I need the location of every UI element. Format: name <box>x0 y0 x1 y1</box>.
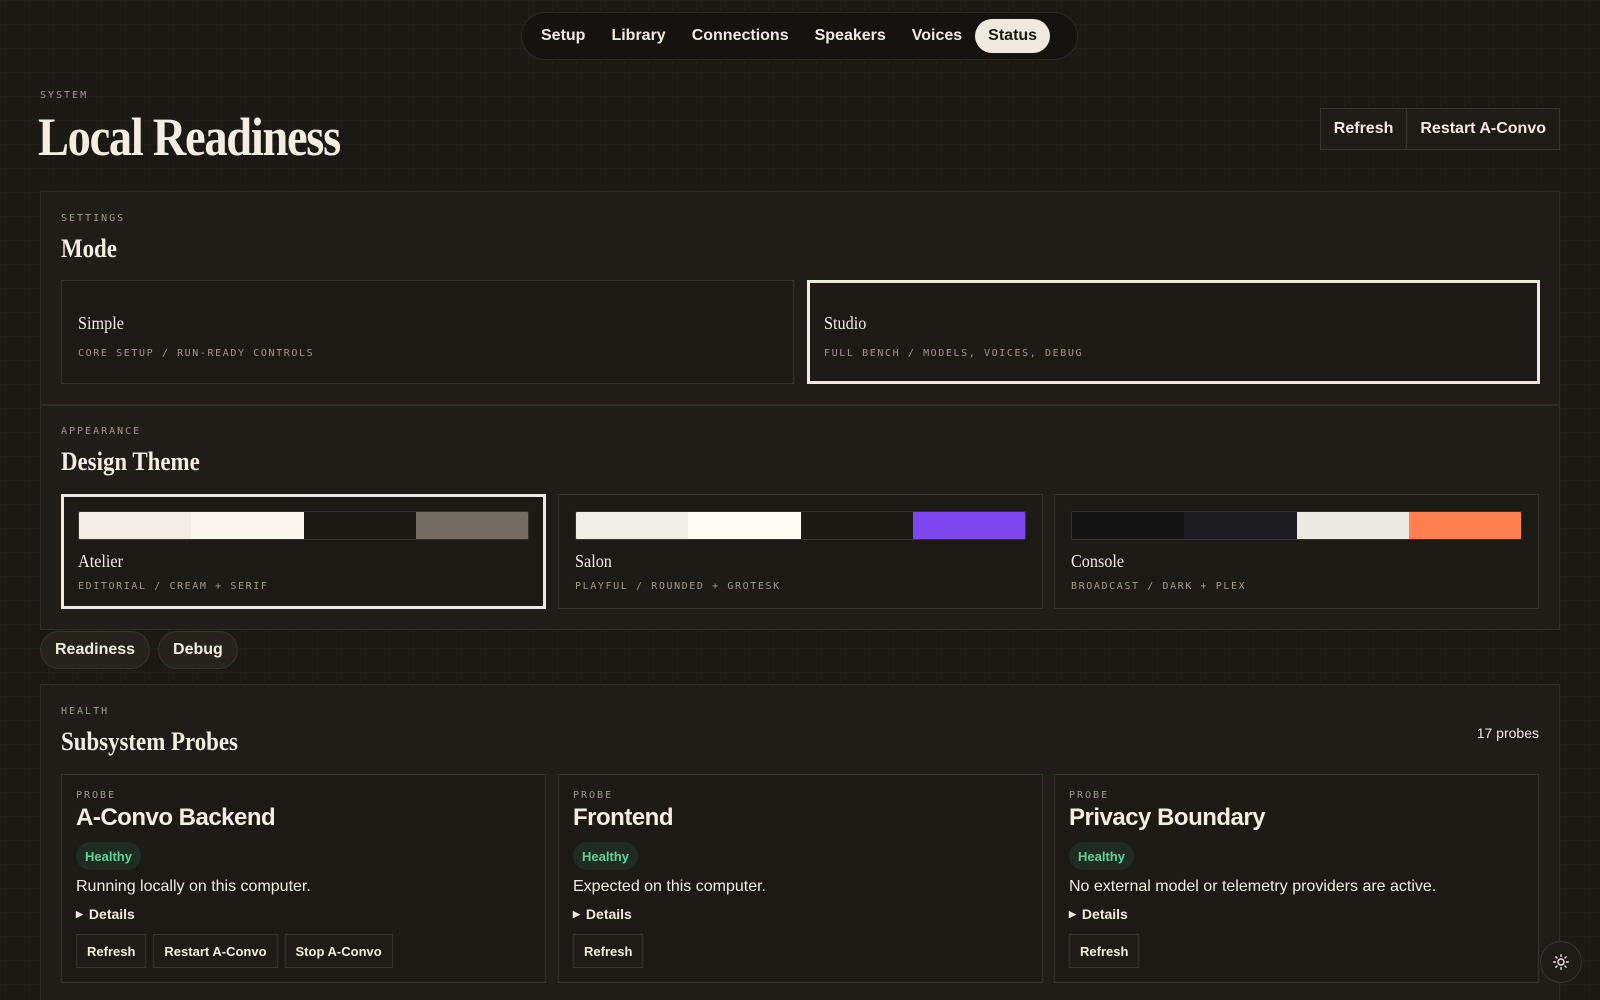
swatch <box>1408 512 1521 539</box>
mode-option-studio[interactable]: Studio FULL BENCH / MODELS, VOICES, DEBU… <box>807 280 1540 384</box>
probe-count: 17 probes <box>1476 725 1539 741</box>
probe-title: Frontend <box>573 804 673 831</box>
details-label: Details <box>1081 906 1128 922</box>
swatch <box>1072 512 1185 539</box>
probe-refresh-button[interactable]: Refresh <box>76 934 147 968</box>
swatch <box>576 512 689 539</box>
theme-option-salon[interactable]: Salon PLAYFUL / ROUNDED + GROTESK <box>558 494 1043 609</box>
restart-button[interactable]: Restart A-Convo <box>1407 108 1560 150</box>
theme-option-title: Atelier <box>78 551 123 571</box>
swatch <box>303 512 416 539</box>
details-toggle[interactable]: ▶ Details <box>76 906 135 922</box>
nav-tab-library[interactable]: Library <box>598 19 678 53</box>
probe-refresh-button[interactable]: Refresh <box>573 934 644 968</box>
probe-actions: Refresh <box>573 934 644 968</box>
theme-swatches <box>78 511 529 540</box>
probes-eyebrow: HEALTH <box>61 706 110 717</box>
details-label: Details <box>88 906 135 922</box>
probe-card-frontend: PROBE Frontend Healthy Expected on this … <box>558 774 1043 983</box>
theme-option-console[interactable]: Console BROADCAST / DARK + PLEX <box>1054 494 1539 609</box>
mode-option-subtitle: CORE SETUP / RUN-READY CONTROLS <box>78 348 315 359</box>
theme-swatches <box>575 511 1026 540</box>
nav-tab-status[interactable]: Status <box>975 19 1051 53</box>
header-actions: Refresh Restart A-Convo <box>1319 108 1560 150</box>
nav-tab-setup[interactable]: Setup <box>528 19 598 53</box>
page-title: Local Readiness <box>38 107 341 167</box>
mode-eyebrow: SETTINGS <box>61 213 126 224</box>
theme-option-subtitle: EDITORIAL / CREAM + SERIF <box>78 581 269 592</box>
panel-divider <box>41 405 1559 406</box>
status-badge: Healthy <box>76 842 141 870</box>
page-eyebrow: SYSTEM <box>40 90 89 101</box>
probe-description: No external model or telemetry providers… <box>1069 878 1437 895</box>
swatch <box>1184 512 1297 539</box>
mode-option-title: Simple <box>78 313 124 333</box>
probe-refresh-button[interactable]: Refresh <box>1069 934 1140 968</box>
mode-option-title: Studio <box>824 313 867 333</box>
swatch <box>688 512 801 539</box>
probes-panel: HEALTH Subsystem Probes 17 probes PROBE … <box>40 684 1560 1000</box>
details-toggle[interactable]: ▶ Details <box>573 906 632 922</box>
nav-tab-connections[interactable]: Connections <box>679 19 802 53</box>
mode-option-simple[interactable]: Simple CORE SETUP / RUN-READY CONTROLS <box>61 280 794 384</box>
swatch <box>191 512 304 539</box>
theme-title: Design Theme <box>61 447 200 476</box>
theme-toggle-button[interactable] <box>1540 941 1582 983</box>
probe-card-backend: PROBE A-Convo Backend Healthy Running lo… <box>61 774 546 983</box>
status-badge: Healthy <box>1069 842 1134 870</box>
sun-icon <box>1553 954 1569 970</box>
tab-readiness[interactable]: Readiness <box>40 631 151 669</box>
nav-tab-voices[interactable]: Voices <box>899 19 975 53</box>
swatch <box>800 512 913 539</box>
probe-actions: Refresh <box>1069 934 1140 968</box>
swatch <box>415 512 528 539</box>
probe-description: Expected on this computer. <box>573 878 766 895</box>
mode-option-subtitle: FULL BENCH / MODELS, VOICES, DEBUG <box>824 348 1084 359</box>
probe-actions: Refresh Restart A-Convo Stop A-Convo <box>76 934 393 968</box>
probe-card-privacy: PROBE Privacy Boundary Healthy No extern… <box>1054 774 1539 983</box>
theme-option-subtitle: PLAYFUL / ROUNDED + GROTESK <box>575 581 781 592</box>
swatch <box>79 512 192 539</box>
probe-title: Privacy Boundary <box>1069 804 1266 831</box>
swatch <box>912 512 1025 539</box>
probe-stop-button[interactable]: Stop A-Convo <box>284 934 393 968</box>
status-badge: Healthy <box>573 842 638 870</box>
swatch <box>1296 512 1409 539</box>
theme-eyebrow: APPEARANCE <box>61 426 142 437</box>
probe-eyebrow: PROBE <box>76 790 117 801</box>
probe-eyebrow: PROBE <box>573 790 614 801</box>
details-toggle[interactable]: ▶ Details <box>1069 906 1128 922</box>
details-label: Details <box>585 906 632 922</box>
probe-eyebrow: PROBE <box>1069 790 1110 801</box>
probe-title: A-Convo Backend <box>76 804 276 831</box>
triangle-right-icon: ▶ <box>1069 908 1076 919</box>
theme-swatches <box>1071 511 1522 540</box>
probe-restart-button[interactable]: Restart A-Convo <box>153 934 278 968</box>
top-nav: Setup Library Connections Speakers Voice… <box>521 12 1078 60</box>
nav-tab-speakers[interactable]: Speakers <box>802 19 899 53</box>
triangle-right-icon: ▶ <box>76 908 83 919</box>
theme-option-title: Salon <box>575 551 612 571</box>
theme-option-title: Console <box>1071 551 1125 571</box>
tab-debug[interactable]: Debug <box>158 631 238 669</box>
status-subtabs: Readiness Debug <box>40 631 238 669</box>
theme-option-subtitle: BROADCAST / DARK + PLEX <box>1071 581 1247 592</box>
mode-panel: SETTINGS Mode Simple CORE SETUP / RUN-RE… <box>40 191 1560 405</box>
mode-title: Mode <box>61 234 117 263</box>
probe-description: Running locally on this computer. <box>76 878 311 895</box>
refresh-button[interactable]: Refresh <box>1319 108 1408 150</box>
theme-panel: APPEARANCE Design Theme Atelier EDITORIA… <box>40 405 1560 630</box>
triangle-right-icon: ▶ <box>573 908 580 919</box>
probes-title: Subsystem Probes <box>61 727 238 756</box>
theme-option-atelier[interactable]: Atelier EDITORIAL / CREAM + SERIF <box>61 494 546 609</box>
